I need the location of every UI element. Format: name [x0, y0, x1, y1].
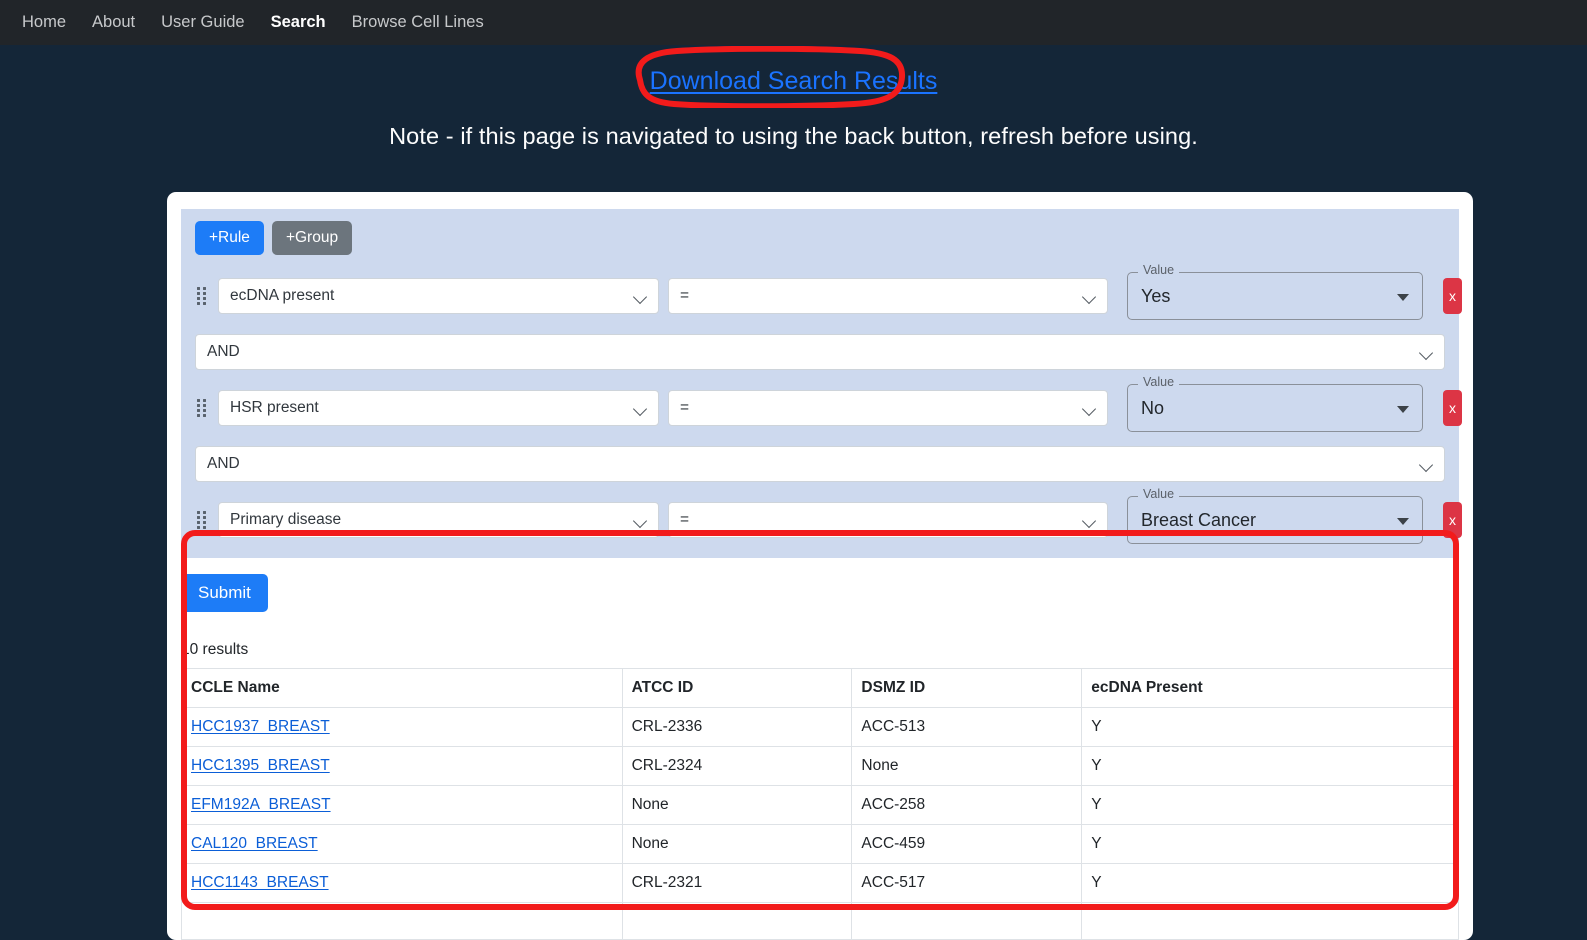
- cell-ecdna-present: Y: [1081, 707, 1459, 747]
- table-row: [181, 902, 1459, 940]
- cell-dsmz-id: ACC-258: [851, 785, 1083, 825]
- table-header-row: CCLE Name ATCC ID DSMZ ID ecDNA Present: [181, 668, 1459, 708]
- cell-atcc-id: CRL-2336: [621, 707, 853, 747]
- rule-value-select[interactable]: Value Breast Cancer: [1127, 488, 1423, 544]
- cell-ecdna-present: Y: [1081, 746, 1459, 786]
- drag-handle-icon[interactable]: [195, 397, 207, 419]
- cell-ccle-name: [181, 902, 623, 940]
- cell-dsmz-id: [851, 902, 1083, 940]
- nav-item-about[interactable]: About: [79, 10, 148, 35]
- page-header: Download Search Results Note - if this p…: [0, 45, 1587, 150]
- drag-handle-icon[interactable]: [195, 285, 207, 307]
- cell-atcc-id: CRL-2324: [621, 746, 853, 786]
- column-header-dsmz-id: DSMZ ID: [851, 668, 1083, 708]
- cell-line-link[interactable]: HCC1395_BREAST: [191, 757, 330, 774]
- delete-rule-button[interactable]: x: [1443, 502, 1462, 538]
- chevron-down-icon: [1397, 294, 1409, 301]
- column-header-ecdna-present: ecDNA Present: [1081, 668, 1459, 708]
- rule-value-text: Breast Cancer: [1141, 509, 1257, 530]
- chevron-down-icon: [1397, 406, 1409, 413]
- cell-ccle-name: HCC1937_BREAST: [181, 707, 623, 747]
- cell-dsmz-id: ACC-517: [851, 863, 1083, 903]
- results-table: CCLE Name ATCC ID DSMZ ID ecDNA Present …: [181, 668, 1459, 940]
- rule-operator-select[interactable]: =: [668, 278, 1108, 314]
- cell-line-link[interactable]: HCC1937_BREAST: [191, 718, 330, 735]
- conjunction-row: AND: [195, 446, 1445, 482]
- table-row: HCC1143_BREAST CRL-2321 ACC-517 Y: [181, 863, 1459, 903]
- rule-value-select[interactable]: Value No: [1127, 376, 1423, 432]
- cell-ccle-name: HCC1395_BREAST: [181, 746, 623, 786]
- submit-button[interactable]: Submit: [181, 574, 268, 612]
- rule-value-select[interactable]: Value Yes: [1127, 264, 1423, 320]
- download-search-results-link[interactable]: Download Search Results: [650, 67, 938, 95]
- rule-field-select[interactable]: Primary disease: [218, 502, 659, 538]
- cell-line-link[interactable]: CAL120_BREAST: [191, 835, 318, 852]
- cell-ccle-name: HCC1143_BREAST: [181, 863, 623, 903]
- cell-ccle-name: EFM192A_BREAST: [181, 785, 623, 825]
- cell-dsmz-id: None: [851, 746, 1083, 786]
- cell-dsmz-id: ACC-513: [851, 707, 1083, 747]
- rule-row: Primary disease = Value Breast Cancer x: [195, 488, 1462, 544]
- nav-item-search[interactable]: Search: [258, 10, 339, 35]
- results-count: 10 results: [181, 641, 249, 658]
- nav-item-home[interactable]: Home: [9, 10, 79, 35]
- add-group-button[interactable]: +Group: [271, 221, 353, 255]
- cell-line-link[interactable]: EFM192A_BREAST: [191, 796, 331, 813]
- table-row: HCC1937_BREAST CRL-2336 ACC-513 Y: [181, 707, 1459, 747]
- main-navbar: Home About User Guide Search Browse Cell…: [0, 0, 1587, 45]
- results-section: Submit 10 results CCLE Name ATCC ID DSMZ…: [167, 558, 1473, 940]
- column-header-ccle-name: CCLE Name: [181, 668, 623, 708]
- query-builder-panel: +Rule +Group ecDNA present = Value Yes x…: [181, 209, 1462, 558]
- delete-rule-button[interactable]: x: [1443, 278, 1462, 314]
- table-row: HCC1395_BREAST CRL-2324 None Y: [181, 746, 1459, 786]
- drag-handle-icon[interactable]: [195, 509, 207, 531]
- nav-item-user-guide[interactable]: User Guide: [148, 10, 257, 35]
- cell-ecdna-present: Y: [1081, 785, 1459, 825]
- download-link-wrapper: Download Search Results: [635, 46, 938, 108]
- rule-field-select[interactable]: HSR present: [218, 390, 659, 426]
- search-card: +Rule +Group ecDNA present = Value Yes x…: [167, 192, 1473, 940]
- rule-value-text: Yes: [1141, 285, 1171, 306]
- rule-operator-select[interactable]: =: [668, 390, 1108, 426]
- value-field-legend: Value: [1138, 376, 1180, 389]
- rule-row: HSR present = Value No x: [195, 376, 1462, 432]
- column-header-atcc-id: ATCC ID: [621, 668, 853, 708]
- refresh-note: Note - if this page is navigated to usin…: [389, 123, 1198, 149]
- conjunction-select[interactable]: AND: [195, 334, 1445, 370]
- cell-ecdna-present: [1081, 902, 1459, 940]
- conjunction-row: AND: [195, 334, 1445, 370]
- add-rule-button[interactable]: +Rule: [195, 221, 264, 255]
- cell-atcc-id: CRL-2321: [621, 863, 853, 903]
- rule-value-text: No: [1141, 397, 1165, 418]
- cell-line-link[interactable]: HCC1143_BREAST: [191, 874, 329, 891]
- nav-item-browse-cell-lines[interactable]: Browse Cell Lines: [339, 10, 497, 35]
- conjunction-select[interactable]: AND: [195, 446, 1445, 482]
- cell-ecdna-present: Y: [1081, 863, 1459, 903]
- rule-row: ecDNA present = Value Yes x: [195, 264, 1462, 320]
- value-field-legend: Value: [1138, 264, 1180, 277]
- chevron-down-icon: [1397, 518, 1409, 525]
- table-row: EFM192A_BREAST None ACC-258 Y: [181, 785, 1459, 825]
- value-field-legend: Value: [1138, 488, 1180, 501]
- query-builder-actions: +Rule +Group: [195, 221, 1445, 255]
- rule-operator-select[interactable]: =: [668, 502, 1108, 538]
- cell-atcc-id: [621, 902, 853, 940]
- rule-field-select[interactable]: ecDNA present: [218, 278, 659, 314]
- delete-rule-button[interactable]: x: [1443, 390, 1462, 426]
- cell-atcc-id: None: [621, 785, 853, 825]
